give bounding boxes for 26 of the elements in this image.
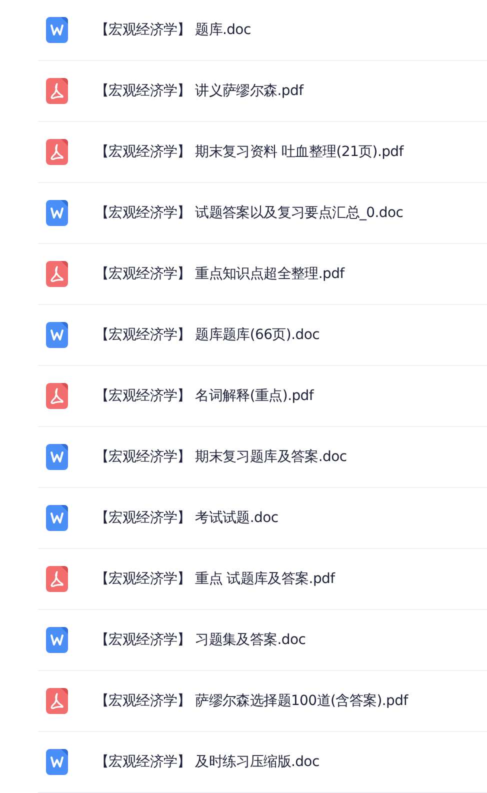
- pdf-icon: [46, 566, 68, 592]
- pdf-icon: [46, 688, 68, 714]
- file-name[interactable]: 【宏观经济学】 萨缪尔森选择题100道(含答案).pdf: [95, 690, 408, 712]
- document-icon: [46, 322, 68, 348]
- document-icon: [46, 505, 68, 531]
- file-name[interactable]: 【宏观经济学】 讲义萨缪尔森.pdf: [95, 80, 304, 102]
- file-name[interactable]: 【宏观经济学】 考试试题.doc: [95, 508, 278, 528]
- document-icon: [46, 627, 68, 653]
- pdf-icon: [46, 261, 68, 287]
- file-name[interactable]: 【宏观经济学】 重点知识点超全整理.pdf: [95, 264, 344, 284]
- document-icon: [46, 17, 68, 43]
- document-icon: [46, 444, 68, 470]
- file-name[interactable]: 【宏观经济学】 重点 试题库及答案.pdf: [95, 568, 335, 590]
- file-name[interactable]: 【宏观经济学】 及时练习压缩版.doc: [95, 752, 320, 772]
- document-icon: [46, 749, 68, 775]
- document-icon: [46, 200, 68, 226]
- file-name[interactable]: 【宏观经济学】 题库题库(66页).doc: [95, 324, 320, 346]
- pdf-icon: [46, 383, 68, 409]
- file-name[interactable]: 【宏观经济学】 期末复习题库及答案.doc: [95, 446, 347, 468]
- file-name[interactable]: 【宏观经济学】 习题集及答案.doc: [95, 630, 306, 650]
- file-name[interactable]: 【宏观经济学】 试题答案以及复习要点汇总_0.doc: [95, 202, 404, 224]
- file-name[interactable]: 【宏观经济学】 期末复习资料 吐血整理(21页).pdf: [95, 142, 404, 162]
- file-name[interactable]: 【宏观经济学】 题库.doc: [95, 20, 251, 40]
- file-name[interactable]: 【宏观经济学】 名词解释(重点).pdf: [95, 386, 314, 406]
- pdf-icon: [46, 139, 68, 165]
- pdf-icon: [46, 78, 68, 104]
